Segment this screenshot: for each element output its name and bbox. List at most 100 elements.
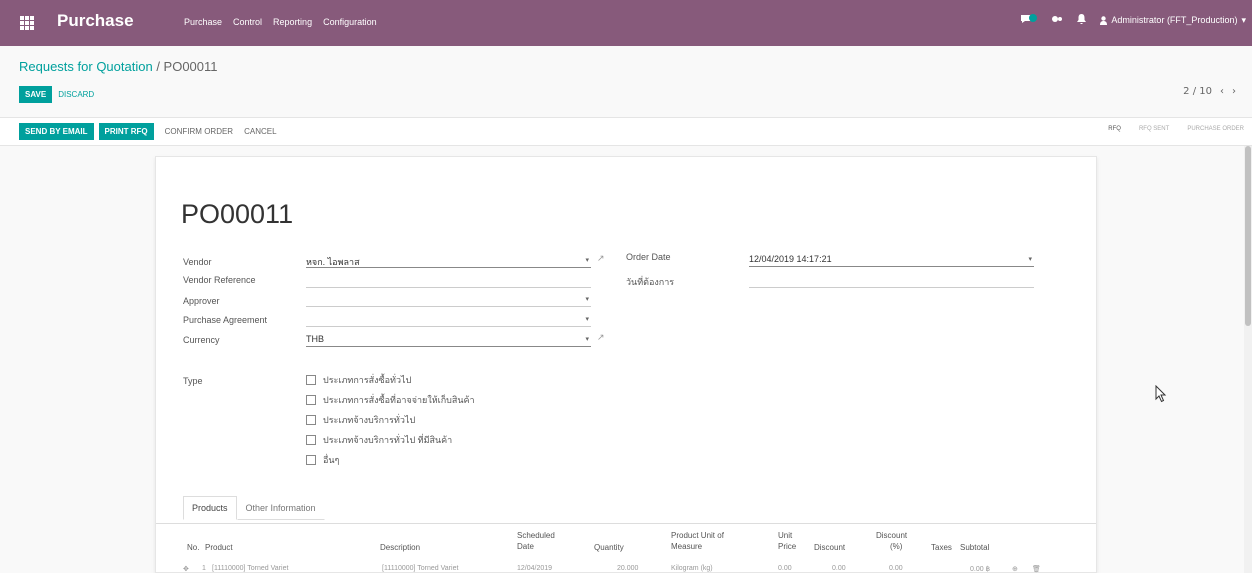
- tab-other-information[interactable]: Other Information: [236, 496, 325, 520]
- order-date-value: 12/04/2019 14:17:21: [749, 254, 832, 264]
- row-qty[interactable]: 20.000: [617, 565, 638, 572]
- chevron-down-icon[interactable]: ▾: [585, 335, 589, 343]
- col-discount-pct[interactable]: Discount (%): [876, 530, 907, 552]
- vendor-reference-label: Vendor Reference: [183, 275, 256, 285]
- pager: 2 / 10 ‹ ›: [1183, 86, 1236, 97]
- col-product[interactable]: Product: [205, 542, 233, 553]
- row-date[interactable]: 12/04/2019: [517, 565, 552, 572]
- confirm-order-button[interactable]: CONFIRM ORDER: [165, 127, 233, 136]
- currency-label: Currency: [183, 335, 220, 345]
- type-label: Type: [183, 376, 203, 386]
- external-link-icon[interactable]: ↗: [597, 254, 605, 264]
- page-scrollbar[interactable]: [1244, 146, 1252, 573]
- trash-icon[interactable]: 🗑: [1032, 565, 1041, 573]
- external-link-icon[interactable]: ↗: [597, 333, 605, 343]
- row-no: 1: [202, 565, 206, 572]
- currency-field[interactable]: THB ▾: [306, 332, 591, 347]
- col-unit-price[interactable]: Unit Price: [778, 530, 796, 552]
- type-option-2[interactable]: ประเภทการสั่งซื้อที่อาจจ่ายให้เก็บสินค้า: [306, 393, 475, 407]
- stage-rfq-sent[interactable]: RFQ SENT: [1139, 126, 1169, 132]
- breadcrumb: Requests for Quotation / PO00011: [19, 59, 218, 74]
- chevron-down-icon[interactable]: ▾: [585, 315, 589, 323]
- row-price[interactable]: 0.00: [778, 565, 792, 572]
- table-row[interactable]: ✥ 1 [11110000] Torned Variet [11110000] …: [156, 563, 1096, 573]
- send-by-email-button[interactable]: SEND BY EMAIL: [19, 123, 94, 140]
- type-option-3[interactable]: ประเภทจ้างบริการทั่วไป: [306, 413, 415, 427]
- print-rfq-button[interactable]: PRINT RFQ: [98, 123, 154, 140]
- stage-rfq[interactable]: RFQ: [1108, 126, 1121, 132]
- breadcrumb-current: PO00011: [163, 59, 218, 74]
- menu-purchase[interactable]: Purchase: [184, 17, 222, 27]
- purchase-agreement-field[interactable]: ▾: [306, 312, 591, 327]
- col-taxes[interactable]: Taxes: [931, 542, 952, 553]
- form-buttons: SAVE DISCARD: [19, 86, 94, 103]
- chevron-down-icon[interactable]: ▾: [1028, 255, 1032, 263]
- table-header: No. Product Description Scheduled Date Qu…: [156, 530, 1096, 560]
- vendor-value: หจก. ไอพลาส: [306, 257, 360, 267]
- row-discount-pct[interactable]: 0.00: [889, 565, 903, 572]
- col-no[interactable]: No.: [187, 542, 199, 553]
- type-option-5[interactable]: อื่นๆ: [306, 453, 339, 467]
- col-description[interactable]: Description: [380, 542, 420, 553]
- col-quantity[interactable]: Quantity: [594, 542, 624, 553]
- pager-prev-icon[interactable]: ‹: [1220, 86, 1224, 97]
- type-option-4[interactable]: ประเภทจ้างบริการทั่วไป ที่มีสินค้า: [306, 433, 452, 447]
- main-menu: Purchase Control Reporting Configuration: [184, 17, 377, 27]
- activity-icon[interactable]: [1051, 14, 1063, 26]
- bell-icon[interactable]: [1077, 14, 1087, 26]
- row-subtotal: 0.00 ฿: [970, 566, 991, 573]
- vendor-label: Vendor: [183, 257, 212, 267]
- drag-handle-icon[interactable]: ✥: [183, 565, 189, 573]
- menu-control[interactable]: Control: [233, 17, 262, 27]
- breadcrumb-separator: /: [152, 59, 164, 74]
- deadline-label: วันที่ต้องการ: [626, 277, 675, 287]
- save-button[interactable]: SAVE: [19, 86, 53, 103]
- breadcrumb-parent[interactable]: Requests for Quotation: [19, 59, 153, 74]
- stage-purchase-order[interactable]: PURCHASE ORDER: [1187, 126, 1244, 132]
- cancel-button[interactable]: CANCEL: [244, 127, 276, 136]
- approver-label: Approver: [183, 296, 220, 306]
- mouse-cursor-icon: [1155, 385, 1167, 403]
- row-discount[interactable]: 0.00: [832, 565, 846, 572]
- info-icon[interactable]: ⊕: [1012, 565, 1018, 573]
- user-menu[interactable]: Administrator (FFT_Production) ▾: [1100, 15, 1246, 26]
- col-discount[interactable]: Discount: [814, 542, 845, 553]
- checkbox[interactable]: [306, 415, 316, 425]
- order-date-field[interactable]: 12/04/2019 14:17:21 ▾: [749, 252, 1034, 267]
- row-product[interactable]: [11110000] Torned Variet: [212, 565, 288, 572]
- menu-reporting[interactable]: Reporting: [273, 17, 312, 27]
- user-name: Administrator (FFT_Production): [1111, 15, 1238, 25]
- checkbox[interactable]: [306, 435, 316, 445]
- deadline-field[interactable]: [749, 273, 1034, 288]
- chat-icon[interactable]: [1020, 14, 1038, 26]
- col-scheduled-date[interactable]: Scheduled Date: [517, 530, 555, 552]
- vendor-field[interactable]: หจก. ไอพลาส ▾: [306, 253, 591, 268]
- pager-next-icon[interactable]: ›: [1232, 86, 1236, 97]
- app-name[interactable]: Purchase: [57, 11, 134, 31]
- user-icon: [1100, 15, 1108, 25]
- pager-value[interactable]: 2 / 10: [1183, 86, 1212, 97]
- tab-divider: [156, 523, 1096, 524]
- chevron-down-icon[interactable]: ▾: [585, 256, 589, 264]
- row-uom[interactable]: Kilogram (kg): [671, 565, 713, 572]
- checkbox[interactable]: [306, 395, 316, 405]
- checkbox[interactable]: [306, 455, 316, 465]
- checkbox[interactable]: [306, 375, 316, 385]
- vendor-reference-field[interactable]: [306, 273, 591, 288]
- purchase-agreement-label: Purchase Agreement: [183, 315, 268, 325]
- status-bar: SEND BY EMAIL PRINT RFQ CONFIRM ORDER CA…: [0, 117, 1252, 146]
- approver-field[interactable]: ▾: [306, 292, 591, 307]
- type-option-1[interactable]: ประเภทการสั่งซื้อทั่วไป: [306, 373, 411, 387]
- discard-button[interactable]: DISCARD: [58, 86, 94, 103]
- order-date-label: Order Date: [626, 252, 671, 262]
- menu-configuration[interactable]: Configuration: [323, 17, 377, 27]
- stage-indicator: RFQ RFQ SENT PURCHASE ORDER: [1108, 126, 1244, 132]
- apps-menu-icon[interactable]: [20, 16, 34, 30]
- col-subtotal[interactable]: Subtotal: [960, 542, 989, 553]
- top-navbar: Purchase Purchase Control Reporting Conf…: [0, 0, 1252, 46]
- chevron-down-icon[interactable]: ▾: [585, 295, 589, 303]
- tab-products[interactable]: Products: [183, 496, 237, 520]
- col-uom[interactable]: Product Unit of Measure: [671, 530, 724, 552]
- scrollbar-thumb[interactable]: [1245, 146, 1251, 326]
- row-description[interactable]: [11110000] Torned Variet: [382, 565, 458, 572]
